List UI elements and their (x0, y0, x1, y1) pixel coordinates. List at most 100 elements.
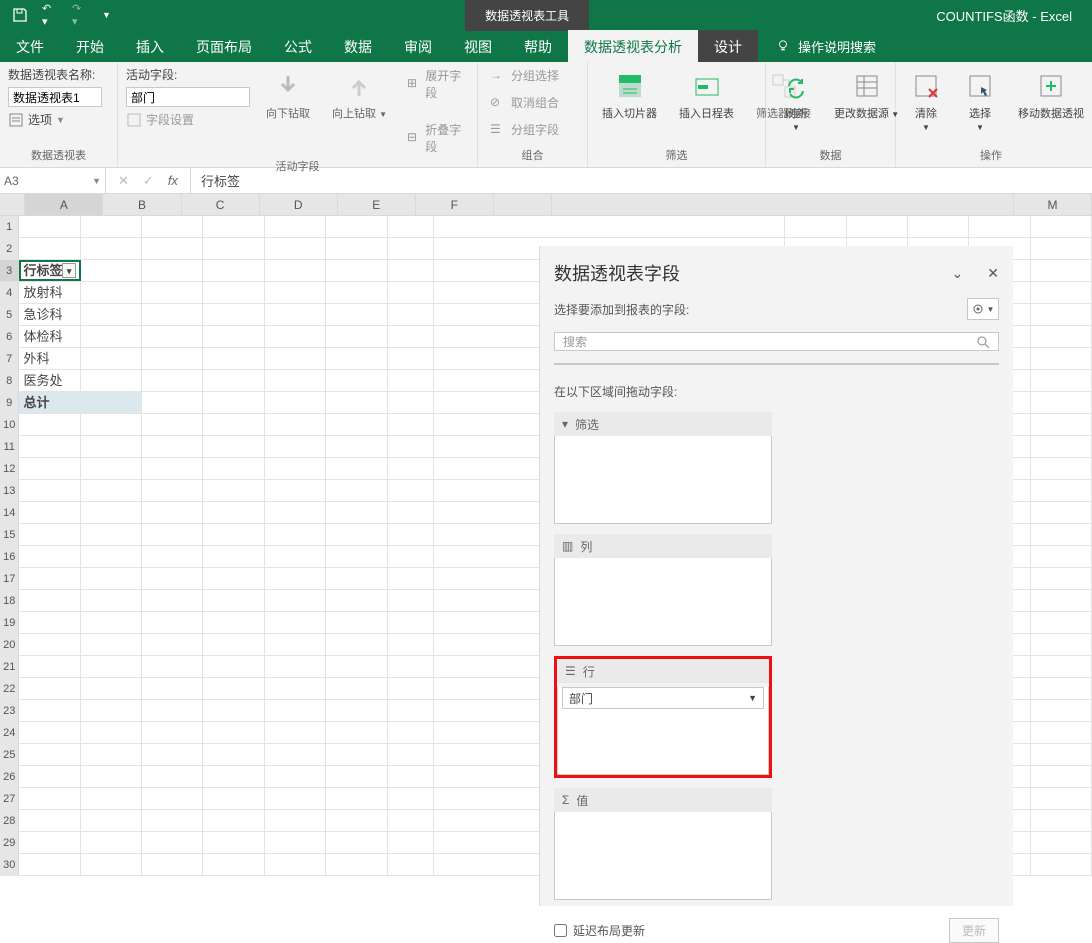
cell[interactable] (142, 612, 203, 633)
cell[interactable] (1031, 568, 1092, 589)
cell[interactable] (388, 590, 435, 611)
col-header[interactable]: F (416, 194, 494, 215)
cell[interactable] (81, 392, 142, 413)
field-list[interactable]: 姓名 部门 接待人数 ▼ 示例 部门2 ▲ ▼ (554, 363, 999, 365)
cell[interactable] (1031, 546, 1092, 567)
cell[interactable] (1031, 282, 1092, 303)
cell[interactable] (81, 722, 142, 743)
cell[interactable] (265, 524, 326, 545)
cell[interactable] (388, 524, 435, 545)
cell[interactable] (326, 502, 387, 523)
layout-options-button[interactable]: ▼ (967, 298, 999, 320)
cell[interactable] (203, 678, 264, 699)
name-box[interactable]: A3 ▼ (0, 168, 106, 193)
cell[interactable] (81, 810, 142, 831)
cell[interactable] (388, 854, 435, 875)
row-header[interactable]: 23 (0, 700, 19, 721)
cell[interactable] (265, 216, 326, 237)
cell[interactable] (81, 436, 142, 457)
cell[interactable] (265, 238, 326, 259)
cell[interactable] (203, 546, 264, 567)
cell[interactable] (142, 524, 203, 545)
cell[interactable] (326, 568, 387, 589)
cell[interactable] (326, 436, 387, 457)
cell[interactable] (265, 304, 326, 325)
cell[interactable] (265, 810, 326, 831)
cell[interactable] (265, 414, 326, 435)
field-item[interactable]: 姓名 (555, 364, 998, 365)
tab-view[interactable]: 视图 (448, 30, 508, 62)
cell[interactable] (142, 568, 203, 589)
cell[interactable] (326, 326, 387, 347)
cell[interactable] (1031, 766, 1092, 787)
cell[interactable] (142, 722, 203, 743)
cell[interactable]: 总计 (19, 392, 80, 413)
cell[interactable] (265, 502, 326, 523)
cell[interactable] (142, 832, 203, 853)
row-header[interactable]: 15 (0, 524, 19, 545)
row-header[interactable]: 8 (0, 370, 19, 391)
cell[interactable] (388, 634, 435, 655)
cell[interactable] (19, 722, 80, 743)
row-header[interactable]: 3 (0, 260, 19, 281)
cell[interactable] (1031, 392, 1092, 413)
tab-formulas[interactable]: 公式 (268, 30, 328, 62)
row-header[interactable]: 29 (0, 832, 19, 853)
cell[interactable]: 体检科 (19, 326, 80, 347)
cell[interactable] (388, 678, 435, 699)
cell[interactable] (81, 700, 142, 721)
row-header[interactable]: 1 (0, 216, 19, 237)
field-settings-button[interactable]: 字段设置 (126, 111, 250, 128)
cell[interactable] (1031, 854, 1092, 875)
cell[interactable] (142, 392, 203, 413)
chevron-down-icon[interactable]: ⌄ (952, 265, 964, 282)
cell[interactable] (326, 414, 387, 435)
cell[interactable] (142, 238, 203, 259)
cell[interactable]: 放射科 (19, 282, 80, 303)
cell[interactable] (19, 788, 80, 809)
cell[interactable] (1031, 326, 1092, 347)
cell[interactable] (388, 612, 435, 633)
cell[interactable] (1031, 722, 1092, 743)
cell[interactable] (142, 458, 203, 479)
cell[interactable] (203, 700, 264, 721)
cell[interactable] (326, 590, 387, 611)
cell[interactable] (388, 480, 435, 501)
insert-slicer-button[interactable]: 插入切片器 (596, 66, 663, 125)
cell[interactable] (203, 282, 264, 303)
row-header[interactable]: 19 (0, 612, 19, 633)
cell[interactable] (326, 348, 387, 369)
col-header[interactable]: C (182, 194, 260, 215)
cell[interactable] (203, 370, 264, 391)
values-zone[interactable]: Σ值 (554, 788, 772, 900)
cell[interactable] (265, 656, 326, 677)
tab-help[interactable]: 帮助 (508, 30, 568, 62)
row-header[interactable]: 30 (0, 854, 19, 875)
cell[interactable] (203, 458, 264, 479)
cell[interactable] (142, 216, 203, 237)
cell[interactable] (203, 502, 264, 523)
row-header[interactable]: 12 (0, 458, 19, 479)
col-header[interactable]: M (1014, 194, 1092, 215)
cell[interactable] (1031, 216, 1092, 237)
cell[interactable] (1031, 656, 1092, 677)
cell[interactable] (142, 634, 203, 655)
cell[interactable] (203, 304, 264, 325)
cell[interactable] (388, 216, 435, 237)
cell[interactable] (388, 326, 435, 347)
active-field-input[interactable] (126, 87, 250, 107)
cell[interactable] (19, 524, 80, 545)
cell[interactable] (203, 722, 264, 743)
cell[interactable] (203, 854, 264, 875)
cell[interactable] (142, 810, 203, 831)
cell[interactable] (326, 480, 387, 501)
cell[interactable] (1031, 832, 1092, 853)
cell[interactable] (142, 414, 203, 435)
cell[interactable] (265, 370, 326, 391)
row-header[interactable]: 22 (0, 678, 19, 699)
cell[interactable] (203, 832, 264, 853)
cell[interactable] (81, 260, 142, 281)
cell[interactable] (326, 854, 387, 875)
cell[interactable] (203, 634, 264, 655)
row-header[interactable]: 13 (0, 480, 19, 501)
